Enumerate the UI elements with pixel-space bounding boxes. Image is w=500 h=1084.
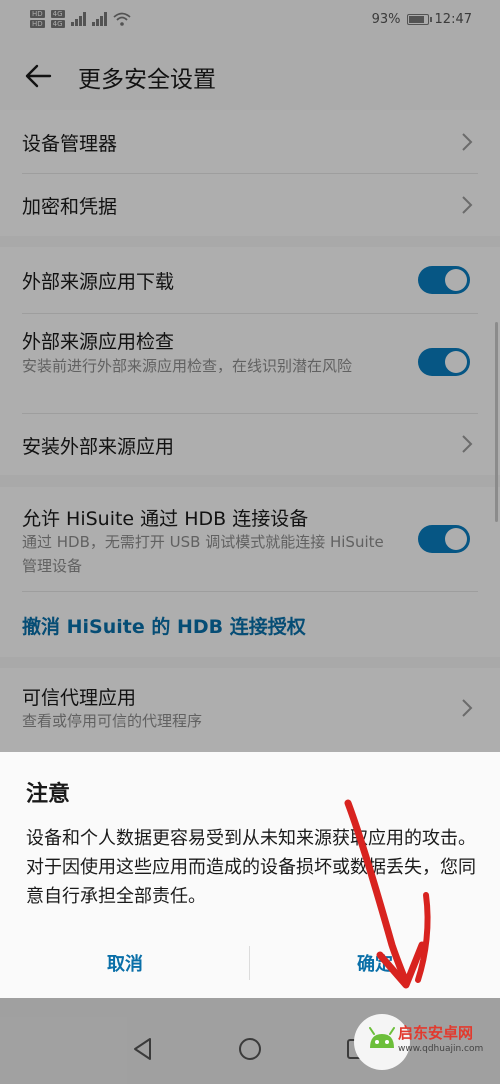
- dialog-title: 注意: [26, 782, 71, 807]
- screen: HD HD 4G 4G 93% 12:47 更多安全设置 设备管理器 加密和凭据…: [0, 0, 500, 1084]
- annotation-arrow-icon: [344, 799, 431, 989]
- watermark-title: 启东安卓网: [398, 1024, 474, 1042]
- watermark: 启东安卓网 www.qdhuajin.com: [354, 1004, 494, 1078]
- cancel-button[interactable]: 取消: [0, 938, 250, 988]
- watermark-url: www.qdhuajin.com: [398, 1044, 484, 1054]
